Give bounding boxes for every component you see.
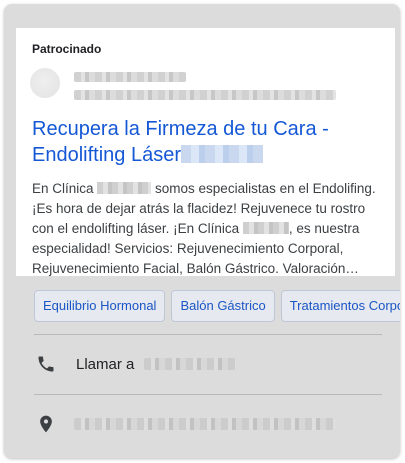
location-pin-icon [40,415,52,433]
sponsored-label: Patrocinado [32,42,102,56]
call-row[interactable]: Llamar a [34,344,382,384]
ad-headline-link[interactable]: Recupera la Firmeza de tu Cara - Endolif… [32,116,377,168]
chip-balon-gastrico[interactable]: Balón Gástrico [171,290,275,322]
advertiser-name-redacted [74,72,186,82]
ad-description: En Clínica somos especialistas en el End… [32,179,382,279]
headline-redacted [180,145,263,163]
chip-equilibrio-hormonal[interactable]: Equilibrio Hormonal [34,290,166,322]
description-part-1: En Clínica [32,181,98,196]
divider [34,394,382,395]
phone-number-redacted [144,358,236,370]
sitelink-chips: Equilibrio Hormonal Balón Gástrico Tratami… [34,290,400,322]
divider [34,334,382,335]
clinic-name-redacted [242,222,289,234]
location-row[interactable] [34,404,382,444]
address-redacted [74,418,336,430]
call-label: Llamar a [76,356,135,373]
clinic-name-redacted [97,182,152,194]
ad-card: Patrocinado Recupera la Firmeza de tu Ca… [4,4,400,458]
phone-icon [38,356,54,372]
chip-tratamientos[interactable]: Tratamientos Corporales [280,290,400,322]
advertiser-url-redacted [74,90,336,100]
ad-panel[interactable]: Patrocinado Recupera la Firmeza de tu Ca… [16,28,395,276]
advertiser-favicon [30,68,60,98]
